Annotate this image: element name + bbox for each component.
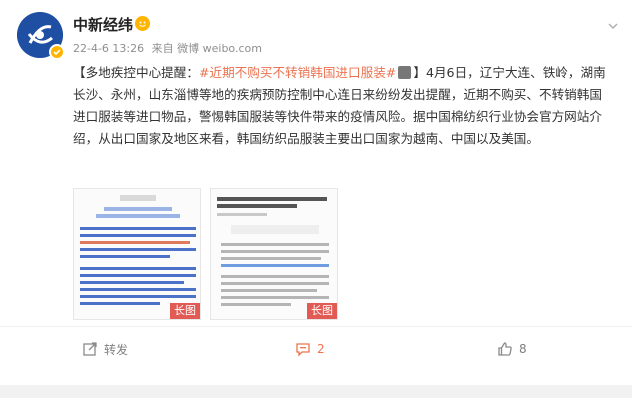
post-image-2[interactable]: 长图: [210, 188, 338, 320]
hashtag-link[interactable]: #近期不购买不转销韩国进口服装#: [199, 65, 396, 80]
author-name[interactable]: 中新经纬: [73, 14, 133, 35]
thumbs-up-icon: [498, 342, 512, 356]
member-badge-icon: [135, 16, 150, 31]
article-screenshot-2: [211, 189, 337, 319]
long-image-tag: 长图: [170, 303, 200, 319]
comment-icon: [296, 343, 310, 357]
forward-label: 转发: [104, 342, 129, 357]
weibo-post-card: 中新经纬 22-4-6 13:26 来自 微博 weibo.com 【多地疾控中…: [0, 0, 632, 385]
chevron-down-icon[interactable]: [606, 18, 620, 32]
comment-button[interactable]: 2: [295, 340, 325, 358]
post-date[interactable]: 22-4-6 13:26: [73, 42, 144, 55]
forward-button[interactable]: 转发: [82, 340, 128, 358]
hashtag-icon: [398, 66, 412, 79]
divider: [0, 326, 632, 327]
post-source: 来自 微博 weibo.com: [151, 42, 262, 55]
post-text: 【多地疾控中心提醒：#近期不购买不转销韩国进口服装# 】4月6日，辽宁大连、铁岭，…: [73, 62, 613, 150]
post-text-open: 【多地疾控中心提醒：: [73, 65, 199, 80]
like-count: 8: [519, 342, 527, 356]
article-screenshot-1: [74, 189, 200, 319]
feed-separator: [0, 385, 632, 398]
share-icon: [83, 342, 97, 356]
long-image-tag: 长图: [307, 303, 337, 319]
comment-count: 2: [317, 342, 325, 356]
post-meta: 22-4-6 13:26 来自 微博 weibo.com: [73, 40, 266, 56]
like-button[interactable]: 8: [497, 340, 527, 358]
post-image-1[interactable]: 长图: [73, 188, 201, 320]
verified-badge-icon: [49, 44, 65, 60]
